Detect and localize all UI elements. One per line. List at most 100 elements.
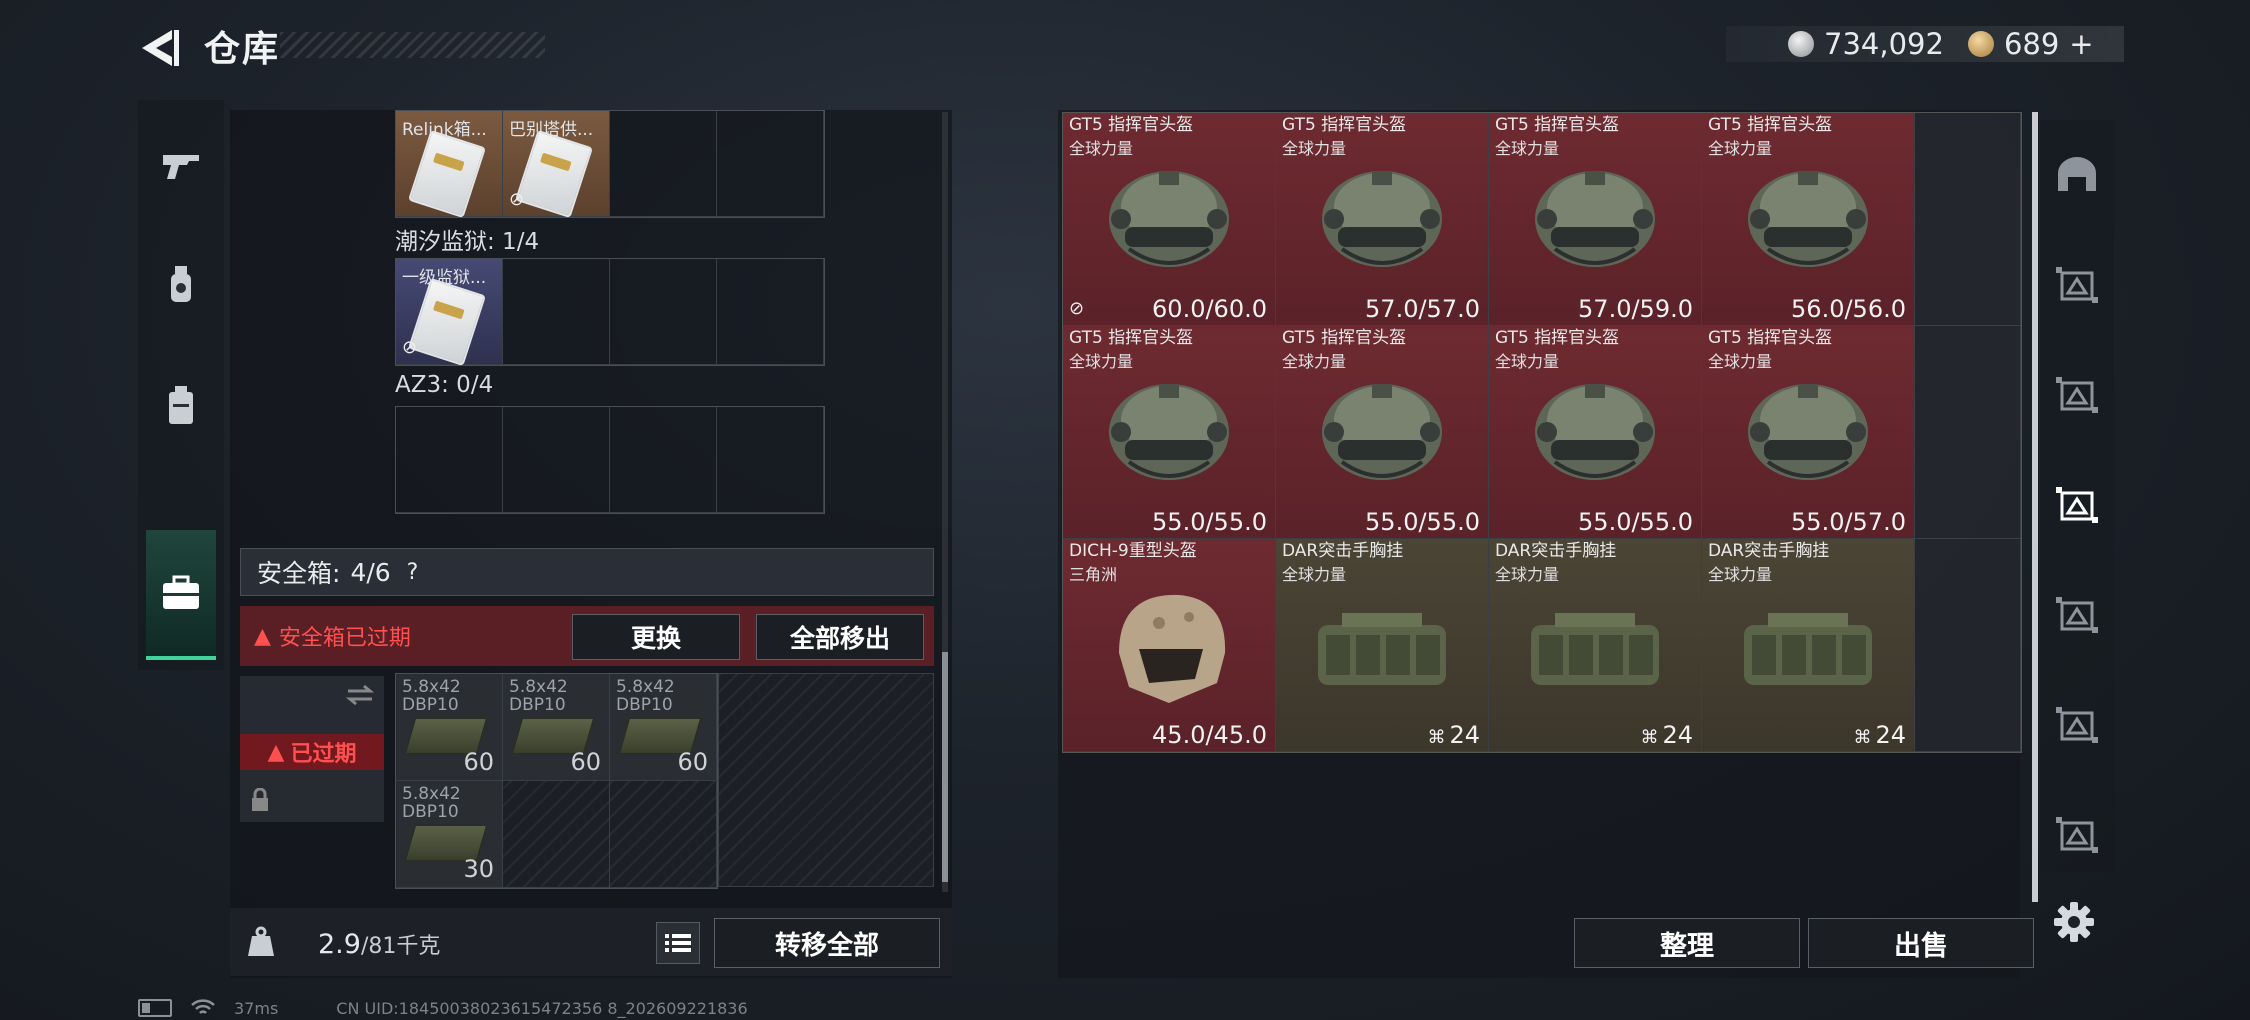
secure-case-slot[interactable]: ▲ 已过期: [240, 676, 384, 822]
empty-slot[interactable]: [1915, 113, 2021, 326]
stash-tab[interactable]: [2040, 780, 2114, 890]
stash-tab[interactable]: [2040, 450, 2114, 560]
empty-slot[interactable]: [503, 259, 610, 365]
stash-tab[interactable]: [2040, 670, 2114, 780]
stash-item[interactable]: GT5 指挥官头盔 全球力量 55.0/55.0: [1276, 326, 1489, 539]
stash-item[interactable]: DAR突击手胸挂 全球力量 ⌘ 24: [1702, 539, 1915, 752]
stash-item[interactable]: DAR突击手胸挂 全球力量 ⌘ 24: [1489, 539, 1702, 752]
stash-scrollbar[interactable]: [2032, 112, 2038, 902]
container-item[interactable]: Relink箱...: [396, 111, 503, 219]
stash-item[interactable]: GT5 指挥官头盔 全球力量 55.0/55.0: [1489, 326, 1702, 539]
stash-page-2-icon: [2056, 377, 2098, 413]
warning-icon: ▲: [267, 739, 285, 765]
ammo-item[interactable]: 5.8x42 DBP10 30: [396, 781, 503, 888]
ammo-item[interactable]: 5.8x42 DBP10 60: [610, 674, 717, 781]
item-faction: 全球力量: [1708, 352, 1773, 371]
tab-secure-case[interactable]: [146, 530, 216, 660]
empty-slot[interactable]: [396, 407, 503, 513]
list-view-button[interactable]: [656, 922, 700, 964]
empty-slot[interactable]: [1915, 326, 2021, 539]
case-expired-text: 已过期: [290, 742, 357, 767]
empty-slot[interactable]: [717, 111, 824, 217]
empty-slot[interactable]: [610, 111, 717, 217]
silver-amount: 734,092: [1824, 27, 1944, 61]
empty-slot[interactable]: [717, 407, 824, 513]
capacity-icon: ⌘: [1640, 727, 1659, 748]
capacity-value: 24: [1662, 721, 1693, 749]
stash-page-3-icon: [2056, 487, 2098, 523]
capacity-readout: ⌘ 24: [1427, 721, 1480, 749]
loadout-scrollbar[interactable]: [942, 112, 948, 892]
weight-icon: [248, 926, 274, 956]
helmet-image: [1748, 171, 1868, 267]
item-name: GT5 指挥官头盔: [1495, 328, 1620, 348]
stash-item[interactable]: GT5 指挥官头盔 全球力量 55.0/57.0: [1702, 326, 1915, 539]
ammo-type: DBP10: [509, 695, 566, 715]
stash-tab[interactable]: [2040, 340, 2114, 450]
capacity-value: 24: [1449, 721, 1480, 749]
item-name: GT5 指挥官头盔: [1282, 115, 1407, 135]
tab-weapons[interactable]: [138, 110, 224, 220]
stash-item[interactable]: DAR突击手胸挂 全球力量 ⌘ 24: [1276, 539, 1489, 752]
scrollbar-thumb[interactable]: [2032, 112, 2038, 902]
empty-slot[interactable]: [1915, 539, 2021, 752]
empty-slot[interactable]: [610, 259, 717, 365]
ammo-item[interactable]: 5.8x42 DBP10 60: [503, 674, 610, 781]
replace-button[interactable]: 更换: [572, 614, 740, 660]
sort-button[interactable]: 整理: [1574, 918, 1800, 968]
warning-icon: ▲: [254, 623, 271, 649]
stash-tab[interactable]: [2040, 230, 2114, 340]
empty-slot[interactable]: [503, 407, 610, 513]
vault-icon: [2058, 157, 2096, 191]
container-item[interactable]: 一级监狱... ⊘: [396, 259, 503, 367]
page-title: 仓库: [204, 29, 281, 70]
capacity-readout: ⌘ 24: [1853, 721, 1906, 749]
helmet-image: [1119, 594, 1226, 703]
help-icon[interactable]: ?: [407, 560, 419, 585]
stash-page-1-icon: [2056, 267, 2098, 303]
item-faction: 全球力量: [1069, 352, 1134, 371]
stash-item[interactable]: GT5 指挥官头盔 全球力量 ⊘ 60.0/60.0: [1063, 113, 1276, 326]
ping-text: 37ms: [234, 998, 279, 1018]
ammo-item[interactable]: 5.8x42 DBP10 60: [396, 674, 503, 781]
stash-item[interactable]: DICH-9重型头盔 三角洲 45.0/45.0: [1063, 539, 1276, 752]
item-faction: 全球力量: [1495, 139, 1560, 158]
back-button[interactable]: [138, 26, 182, 70]
add-currency-button[interactable]: +: [2069, 27, 2093, 61]
unbindable-icon: ⊘: [1069, 298, 1085, 319]
scrollbar-thumb[interactable]: [942, 652, 948, 882]
empty-slot[interactable]: [717, 259, 824, 365]
stash-tab[interactable]: [2040, 560, 2114, 670]
tab-backpacks[interactable]: [138, 350, 224, 460]
stash-item[interactable]: GT5 指挥官头盔 全球力量 55.0/55.0: [1063, 326, 1276, 539]
item-name: GT5 指挥官头盔: [1495, 115, 1620, 135]
locked-slot: [610, 781, 717, 888]
item-name: GT5 指挥官头盔: [1708, 328, 1833, 348]
weight-current: 2.9: [318, 929, 361, 960]
stash-tab[interactable]: [2040, 120, 2114, 230]
ammo-type: DBP10: [402, 802, 459, 822]
transfer-all-button[interactable]: 转移全部: [714, 918, 940, 968]
item-faction: 全球力量: [1708, 139, 1773, 158]
empty-slot[interactable]: [610, 407, 717, 513]
helmet-image: [1322, 384, 1442, 480]
ammo-name: 5.8x42: [616, 677, 675, 697]
stash-item[interactable]: GT5 指挥官头盔 全球力量 56.0/56.0: [1702, 113, 1915, 326]
stash-item[interactable]: GT5 指挥官头盔 全球力量 57.0/59.0: [1489, 113, 1702, 326]
container-item[interactable]: 巴别塔供... ⊘: [503, 111, 610, 219]
tide-prison-grid: 一级监狱... ⊘: [395, 258, 825, 367]
helmet-image: [1748, 384, 1868, 480]
stash-page-4-icon: [2056, 597, 2098, 633]
capacity-value: 24: [1875, 721, 1906, 749]
ammo-type: DBP10: [402, 695, 459, 715]
ammo-name: 5.8x42: [402, 677, 461, 697]
gear-icon[interactable]: [2050, 898, 2098, 946]
remove-all-button[interactable]: 全部移出: [756, 614, 924, 660]
tab-throwables[interactable]: [138, 230, 224, 340]
sell-button[interactable]: 出售: [1808, 918, 2034, 968]
stash-item[interactable]: GT5 指挥官头盔 全球力量 57.0/57.0: [1276, 113, 1489, 326]
durability-value: 55.0/55.0: [1578, 508, 1693, 536]
currency-bar: 734,092 689 +: [1726, 26, 2124, 62]
helmet-image: [1109, 171, 1229, 267]
capacity-icon: ⌘: [1427, 727, 1446, 748]
